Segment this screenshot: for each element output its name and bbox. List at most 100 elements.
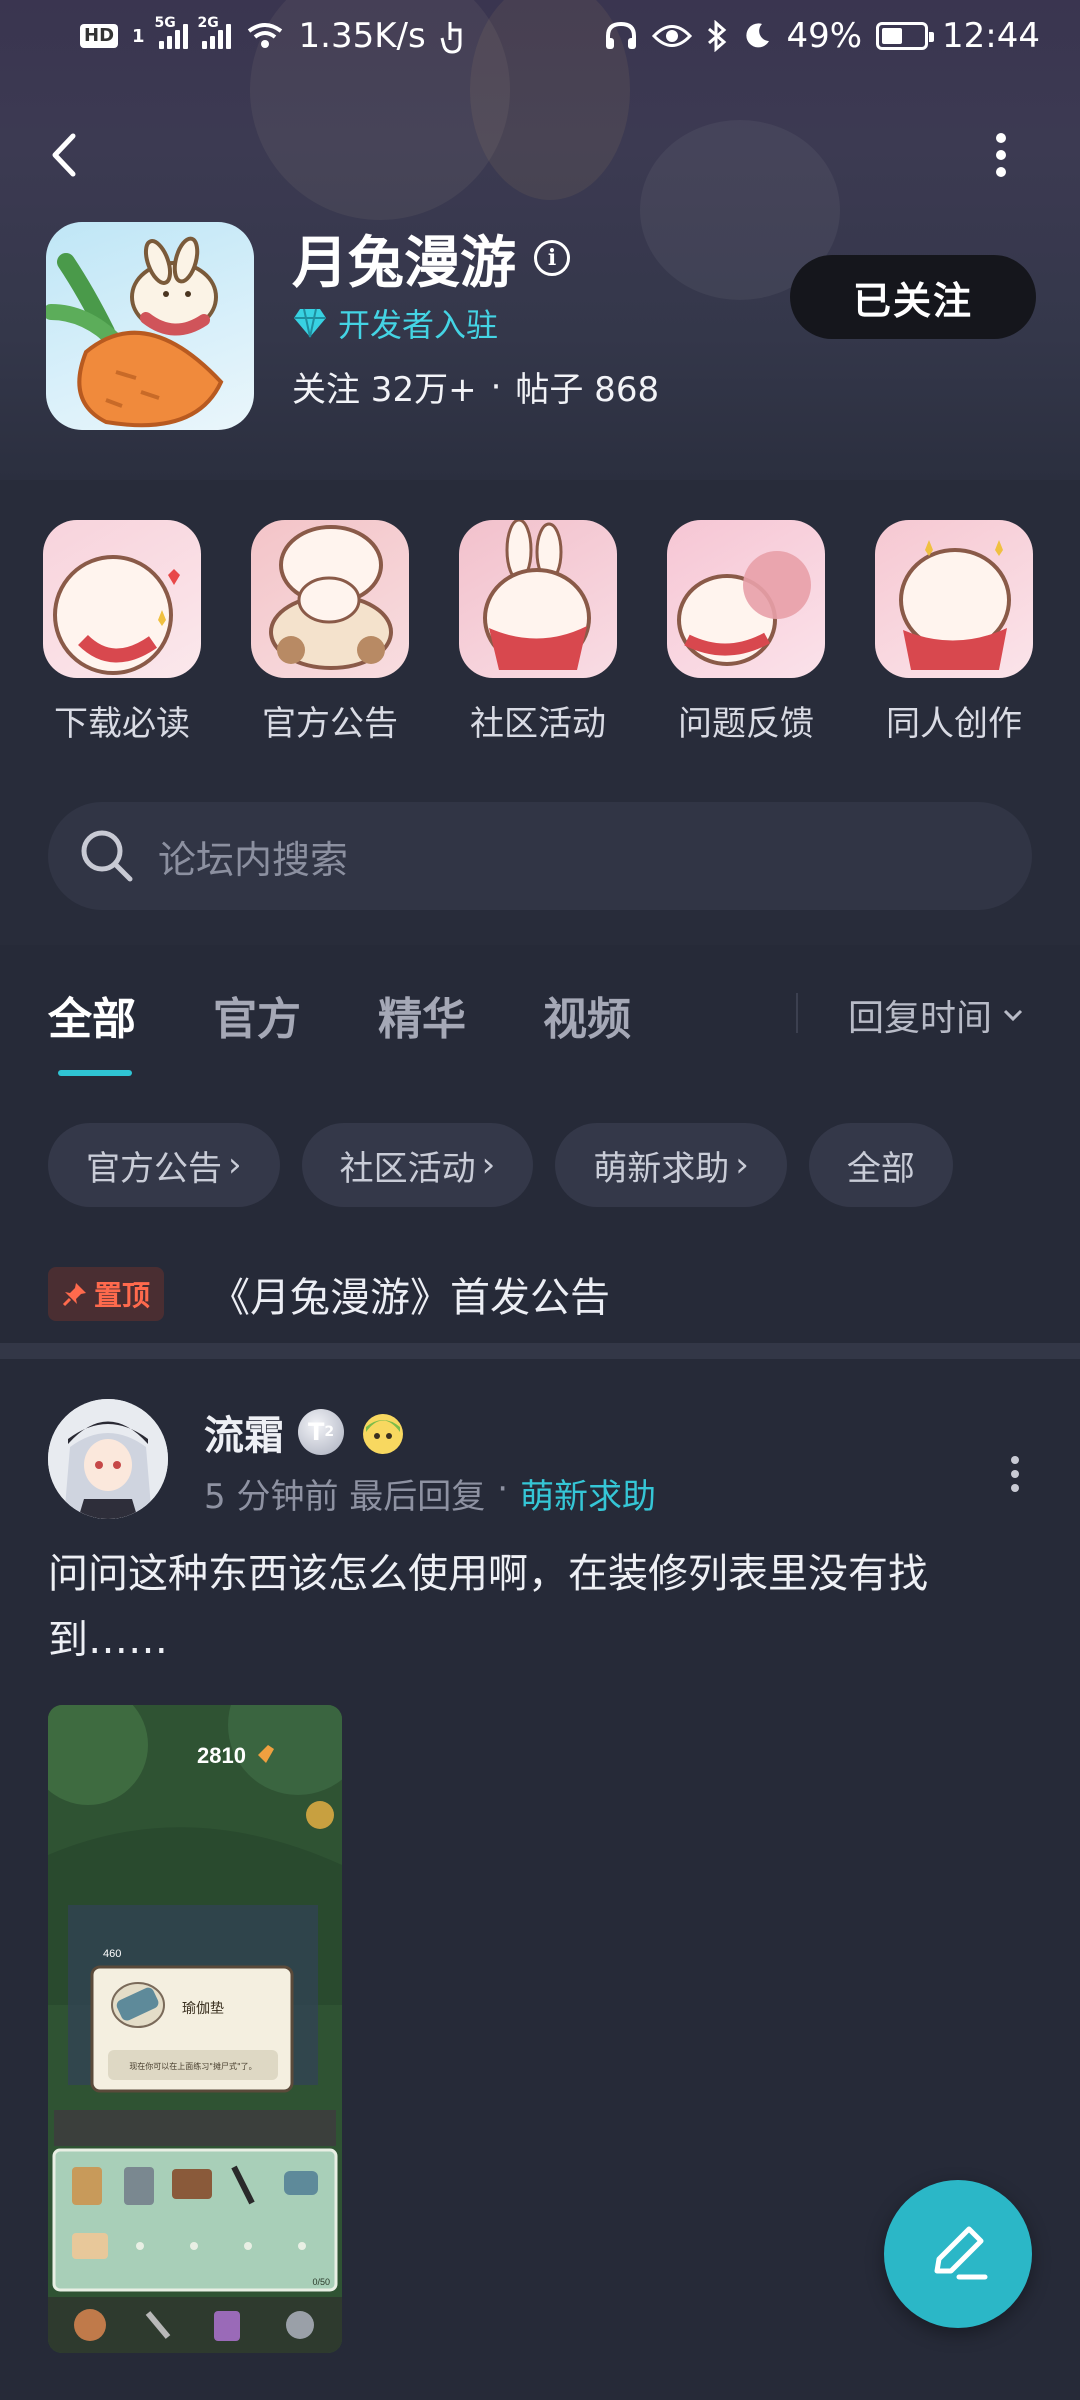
create-post-button[interactable] <box>884 2180 1032 2328</box>
bluetooth-icon <box>708 20 727 52</box>
stats-separator: · <box>490 366 502 407</box>
post-meta: 5 分钟前 最后回复 · 萌新求助 <box>204 1469 656 1518</box>
battery-percent: 49% <box>786 16 863 56</box>
post-more-button[interactable] <box>980 1439 1050 1509</box>
forum-title: 月兔漫游 i <box>292 222 570 296</box>
post-feed: 全部 官方 精华 视频 回复时间 官方公告 › 社区活动 › 萌新求助 › 全部 <box>0 945 1080 2400</box>
shortcut-label: 官方公告 <box>262 704 398 744</box>
status-bar: HD 1 5G 2G 1.35K/s 49% 12:44 <box>0 0 1080 72</box>
more-options-button[interactable] <box>966 120 1036 190</box>
pinned-title: 《月兔漫游》首发公告 <box>210 1275 611 1321</box>
forum-app-icon <box>46 222 254 430</box>
shortcut-label: 问题反馈 <box>678 704 814 744</box>
chevron-right-icon: › <box>228 1145 242 1185</box>
tab-featured[interactable]: 精华 <box>378 983 466 1047</box>
moon-icon <box>746 23 770 48</box>
tab-official[interactable]: 官方 <box>213 983 301 1047</box>
rabbit-family-icon <box>251 520 409 678</box>
posts-count: 帖子 868 <box>515 370 660 410</box>
shortcut-announcements[interactable]: 官方公告 <box>245 520 415 745</box>
carrot-rabbit-icon <box>46 236 224 428</box>
category-tabs: 全部 官方 精华 视频 回复时间 <box>0 945 1080 1085</box>
developer-badge: 开发者入驻 <box>292 300 498 346</box>
eye-icon <box>652 25 693 47</box>
chevron-down-icon <box>1003 1009 1023 1022</box>
forum-search-bar[interactable]: 论坛内搜索 <box>48 802 1032 910</box>
rabbit-comb-icon <box>875 520 1033 678</box>
back-button[interactable] <box>30 120 100 190</box>
follow-button[interactable]: 已关注 <box>790 255 1036 339</box>
touch-icon <box>440 22 462 54</box>
pin-icon <box>62 1283 86 1307</box>
post-image[interactable]: 2810 460 瑜伽垫 现在你可以在上面练习"摊尸式"了。 0/50 <box>48 1705 342 2353</box>
more-vertical-icon <box>1011 1456 1019 1492</box>
item-description: 现在你可以在上面练习"摊尸式"了。 <box>129 2061 256 2071</box>
pinned-badge: 置顶 <box>48 1267 165 1321</box>
sim-indicator: 1 <box>132 25 145 47</box>
hd-badge: HD <box>80 24 119 48</box>
search-icon <box>81 830 133 882</box>
meta-separator: · <box>497 1469 509 1509</box>
info-icon[interactable]: i <box>534 240 570 276</box>
tab-all[interactable]: 全部 <box>48 983 136 1047</box>
chip-label: 官方公告 <box>86 1148 222 1189</box>
shortcut-section: 下载必读 官方公告 社区活动 问题反馈 同人创作 论坛内搜索 <box>0 480 1080 945</box>
carrot-count: 2810 <box>197 1743 246 1768</box>
wifi-icon <box>247 23 282 48</box>
tab-videos[interactable]: 视频 <box>543 983 631 1047</box>
chip-community-events[interactable]: 社区活动 › <box>301 1123 534 1207</box>
developer-tag-label: 开发者入驻 <box>338 306 499 344</box>
signal-icon-2: 2G <box>198 15 231 49</box>
chip-announcements[interactable]: 官方公告 › <box>48 1123 280 1207</box>
level-label: T <box>307 1418 325 1446</box>
filter-chips: 官方公告 › 社区活动 › 萌新求助 › 全部 <box>48 1123 953 1207</box>
more-vertical-icon <box>996 133 1006 177</box>
battery-level <box>882 28 902 44</box>
network-type-label-2: 2G <box>197 15 219 31</box>
chevron-right-icon: › <box>481 1145 496 1185</box>
sort-dropdown[interactable]: 回复时间 <box>848 989 1024 1041</box>
pinned-badge-label: 置顶 <box>94 1279 151 1312</box>
section-divider <box>0 1343 1080 1359</box>
followers-count: 关注 32万+ <box>292 370 477 410</box>
level-badge: T2 <box>298 1409 344 1455</box>
post-time: 5 分钟前 最后回复 <box>204 1477 486 1517</box>
shortcut-fan-creations[interactable]: 同人创作 <box>869 520 1039 745</box>
post-author: 流霜 T2 <box>204 1403 408 1461</box>
shortcut-label: 同人创作 <box>886 704 1022 744</box>
author-name[interactable]: 流霜 <box>204 1403 284 1461</box>
emblem-icon <box>363 1414 403 1454</box>
slot-count: 0/50 <box>312 2277 330 2287</box>
chevron-left-icon <box>52 133 76 177</box>
signal-icon: 5G <box>155 15 188 49</box>
rabbit-balloon-icon <box>667 520 825 678</box>
shortcut-download-guide[interactable]: 下载必读 <box>37 520 207 745</box>
active-tab-indicator <box>58 1070 132 1076</box>
level-sub: 2 <box>324 1424 335 1440</box>
shortcut-label: 社区活动 <box>470 704 606 744</box>
search-placeholder: 论坛内搜索 <box>158 837 349 882</box>
energy-count: 460 <box>103 1948 121 1960</box>
rabbit-scarf-icon <box>459 520 617 678</box>
battery-icon <box>876 22 935 50</box>
diamond-icon <box>294 308 326 338</box>
clock: 12:44 <box>942 16 1040 56</box>
chip-all[interactable]: 全部 <box>808 1123 953 1207</box>
shortcut-label: 下载必读 <box>54 704 190 744</box>
item-name: 瑜伽垫 <box>182 2001 224 2017</box>
shortcut-feedback[interactable]: 问题反馈 <box>661 520 831 745</box>
chip-newbie-help[interactable]: 萌新求助 › <box>555 1123 787 1207</box>
forum-stats: 关注 32万+ · 帖子 868 <box>292 362 659 411</box>
post-body[interactable]: 问问这种东西该怎么使用啊，在装修列表里没有找到…… <box>48 1541 1038 1673</box>
chip-label: 萌新求助 <box>593 1148 730 1189</box>
rabbit-hug-icon <box>43 520 201 678</box>
pinned-post[interactable]: 置顶 《月兔漫游》首发公告 <box>48 1265 610 1323</box>
sort-label: 回复时间 <box>848 998 993 1039</box>
post-category-tag[interactable]: 萌新求助 <box>520 1469 656 1518</box>
shortcut-community-events[interactable]: 社区活动 <box>453 520 623 745</box>
forum-name: 月兔漫游 <box>292 230 516 296</box>
chip-label: 全部 <box>846 1148 915 1189</box>
network-type-label: 5G <box>154 15 176 31</box>
tab-divider <box>796 993 798 1033</box>
avatar[interactable] <box>48 1399 168 1519</box>
